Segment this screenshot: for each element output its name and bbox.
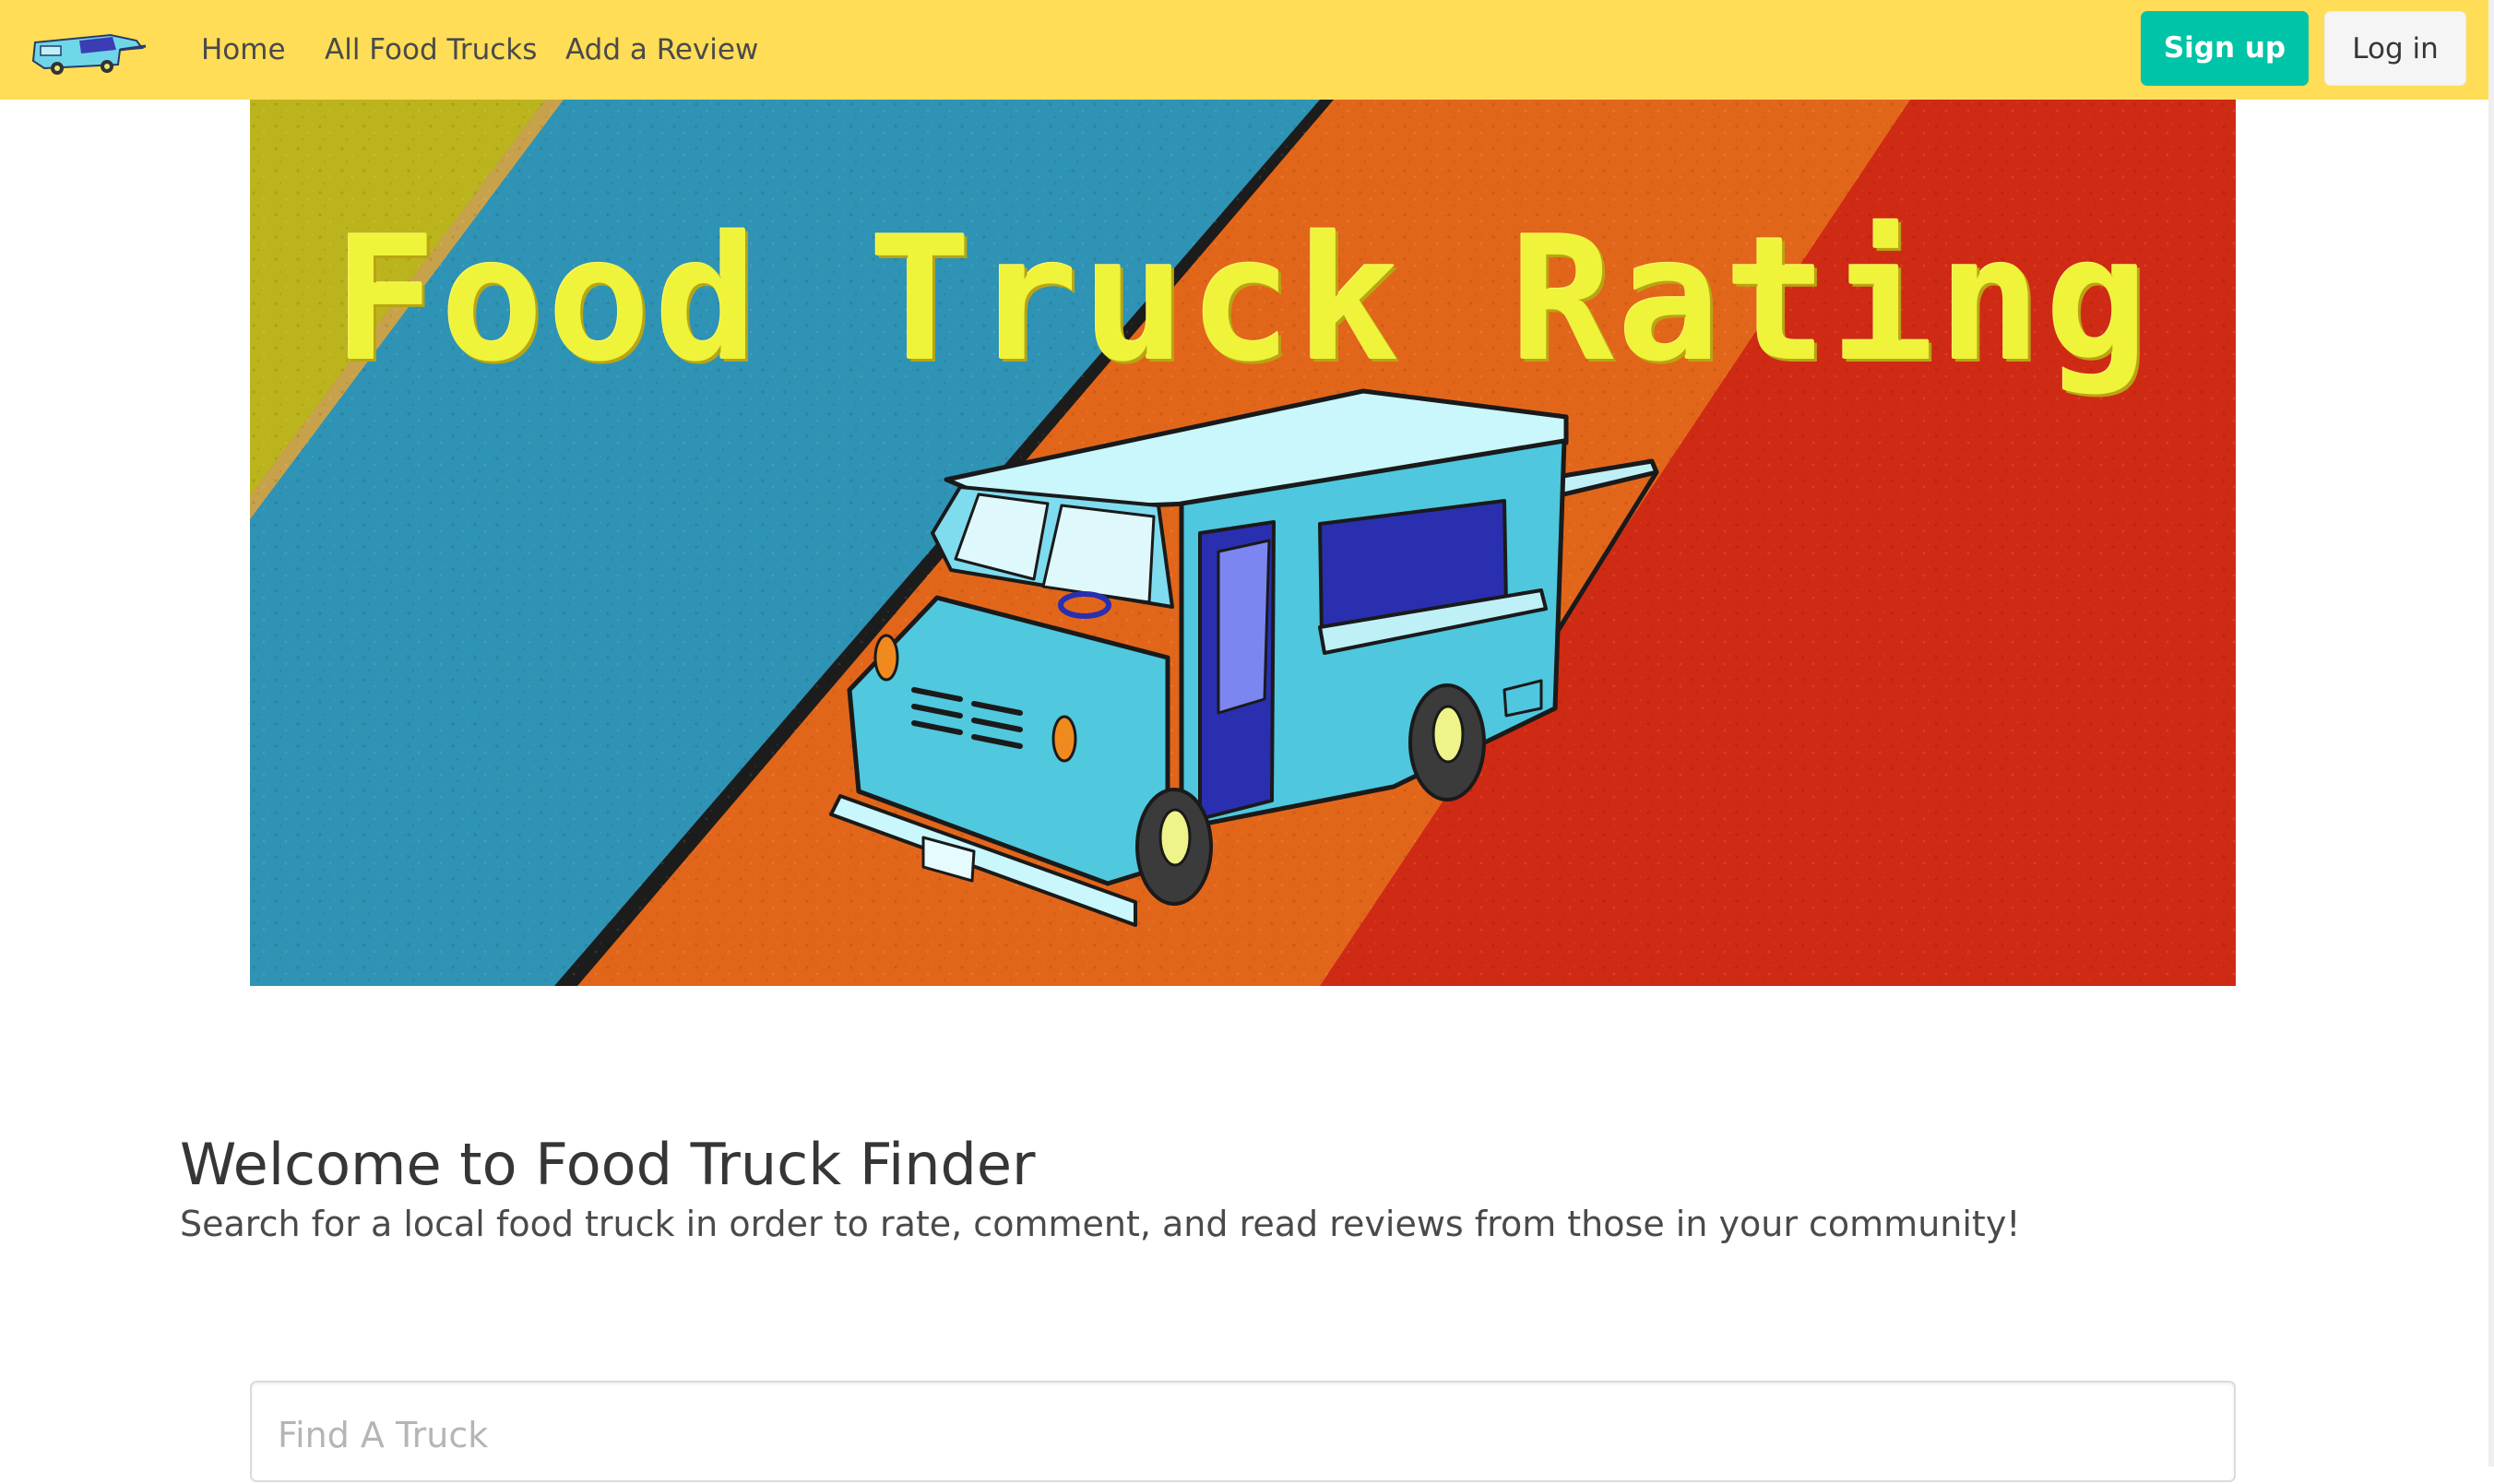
truck-search-input[interactable]	[278, 1383, 2205, 1484]
page-subtitle: Search for a local food truck in order t…	[180, 1204, 2021, 1244]
hero-banner-title: Food Truck Rating	[333, 199, 2153, 399]
top-navbar: Home All Food Trucks Add a Review Sign u…	[0, 0, 2494, 100]
nav-home-link[interactable]: Home	[201, 0, 286, 100]
truck-search-field	[250, 1381, 2236, 1484]
food-truck-logo-icon[interactable]	[28, 28, 148, 76]
hero-banner: Food Truck Rating	[250, 100, 2236, 986]
page-scrollbar[interactable]	[2488, 0, 2494, 1466]
signup-button[interactable]: Sign up	[2141, 11, 2309, 86]
login-button[interactable]: Log in	[2324, 11, 2466, 86]
nav-add-review-link[interactable]: Add a Review	[565, 0, 758, 100]
nav-all-food-trucks-link[interactable]: All Food Trucks	[325, 0, 537, 100]
page-title: Welcome to Food Truck Finder	[180, 1131, 1036, 1198]
